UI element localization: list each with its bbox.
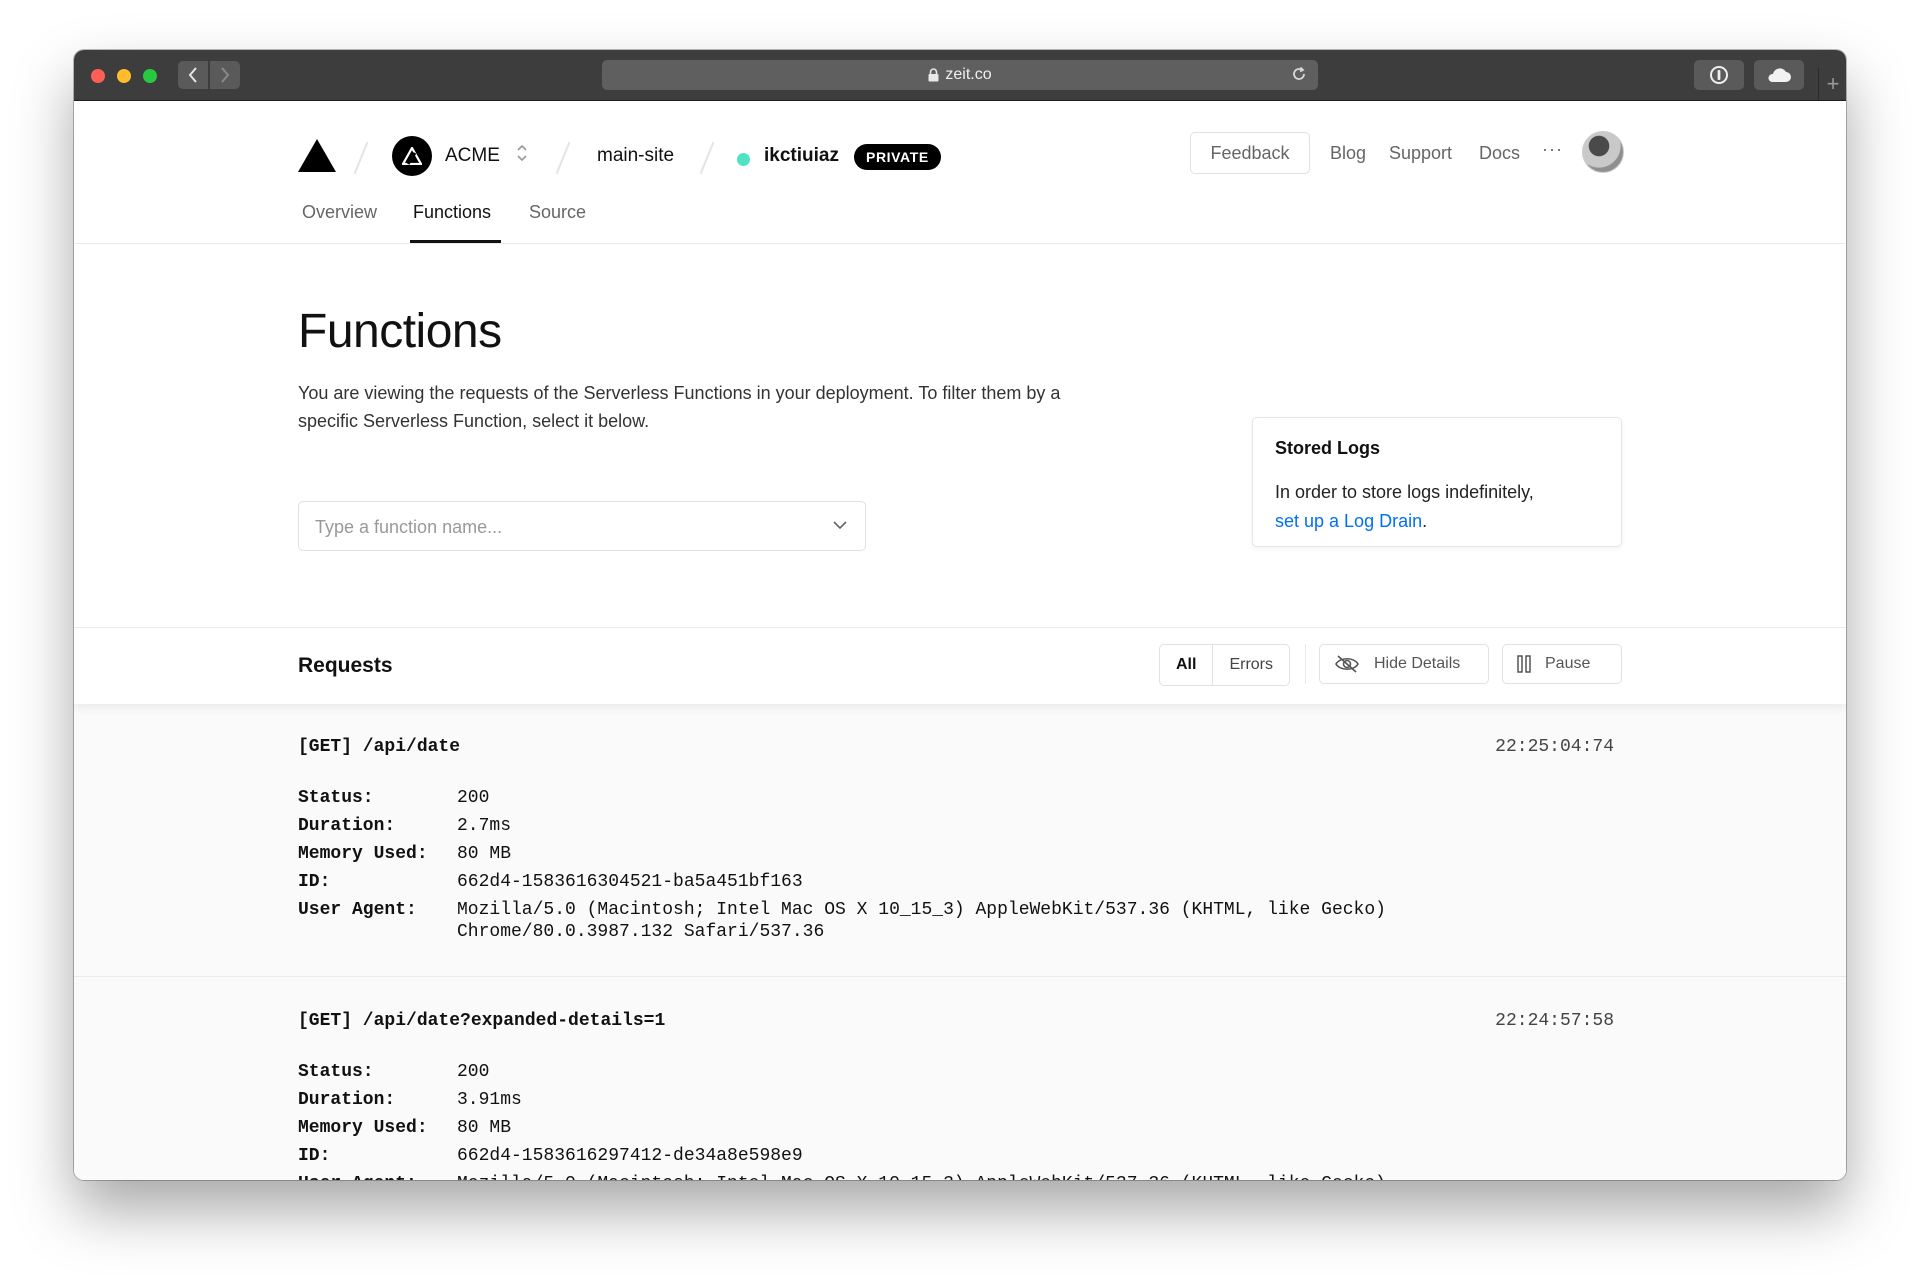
request-time: 22:25:04:74 [1495,737,1614,757]
stored-logs-description: In order to store logs indefinitely, [1275,482,1534,502]
tab-source[interactable]: Source [529,202,586,223]
function-select[interactable] [298,501,866,552]
tab-overview[interactable]: Overview [302,202,377,223]
user-agent-label: User Agent: [298,1170,457,1180]
duration-label: Duration: [298,816,396,836]
pause-label: Pause [1545,655,1591,672]
filter-errors-button[interactable]: Errors [1213,645,1289,685]
stored-logs-card: Stored Logs In order to store logs indef… [1252,417,1622,547]
team-logo-icon [402,147,422,165]
page-title: Functions [298,305,502,358]
id-value: 662d4-1583616297412-de34a8e598e9 [457,1146,803,1166]
user-agent-value: Mozilla/5.0 (Macintosh; Intel Mac OS X 1… [457,900,1386,942]
request-log-entry[interactable]: [GET] /api/date 22:25:04:74 Status: 200 D… [74,703,1846,977]
user-agent-value: Mozilla/5.0 (Macintosh; Intel Mac OS X 1… [457,1170,1417,1180]
password-manager-icon [1710,66,1728,84]
request-details: Status: 200 Duration: 3.91ms Memory Used: 8… [298,1058,1417,1180]
breadcrumb-separator [353,141,369,175]
memory-label: Memory Used: [298,1118,428,1138]
chevron-right-icon [221,67,230,83]
private-badge: PRIVATE [854,144,941,170]
docs-link[interactable]: Docs [1479,143,1520,164]
new-tab-button[interactable]: + [1818,68,1846,100]
url-text: zeit.co [945,66,992,83]
reload-icon[interactable] [1290,65,1308,83]
tab-functions[interactable]: Functions [413,202,491,223]
team-name[interactable]: ACME [445,145,500,167]
chevron-down-icon [833,521,847,530]
hide-details-label: Hide Details [1374,655,1461,672]
request-path: [GET] /api/date?expanded-details=1 [298,1011,666,1031]
request-details: Status: 200 Duration: 2.7ms Memory Used: 80… [298,784,1417,943]
support-link[interactable]: Support [1389,143,1452,164]
log-drain-link[interactable]: set up a Log Drain [1275,511,1422,531]
memory-value: 80 MB [457,844,512,864]
request-filter-toggle: All Errors [1159,644,1291,686]
page: ACME main-site ikctiuiaz PRIVATE Feedbac… [74,101,1846,1180]
minimize-window-button[interactable] [117,69,131,83]
memory-label: Memory Used: [298,844,428,864]
lock-icon [928,68,939,82]
memory-value: 80 MB [457,1118,512,1138]
zoom-window-button[interactable] [143,69,157,83]
browser-window: zeit.co + ACME main-site ikctiuiaz PRIVA… [74,50,1846,1180]
duration-value: 2.7ms [457,816,512,836]
project-name[interactable]: main-site [597,145,674,167]
eye-off-icon [1335,655,1359,673]
requests-toolbar: Requests All Errors Hide Details Pause [74,627,1846,704]
request-log-entry[interactable]: [GET] /api/date?expanded-details=1 22:24… [74,977,1846,1180]
request-log-list: [GET] /api/date 22:25:04:74 Status: 200 D… [74,703,1846,1180]
stored-logs-text: In order to store logs indefinitely, set… [1275,478,1605,536]
chevron-left-icon [188,67,197,83]
breadcrumb-separator [699,141,715,175]
plus-icon: + [1826,71,1840,96]
team-switcher-icon[interactable] [516,143,528,168]
hide-details-button[interactable]: Hide Details [1319,644,1489,684]
back-button[interactable] [178,61,208,89]
toolbar-divider [1305,644,1306,684]
status-label: Status: [298,788,374,808]
pause-button[interactable]: Pause [1502,644,1622,684]
status-value: 200 [457,788,490,808]
feedback-button[interactable]: Feedback [1190,132,1310,174]
status-value: 200 [457,1062,490,1082]
filter-all-button[interactable]: All [1160,645,1214,685]
request-path: [GET] /api/date [298,737,461,757]
duration-value: 3.91ms [457,1090,522,1110]
function-search-input[interactable] [313,502,817,552]
stored-logs-period: . [1422,511,1428,531]
user-avatar[interactable] [1582,131,1624,173]
team-avatar[interactable] [392,136,432,176]
id-label: ID: [298,872,331,892]
deployment-status-dot [737,153,750,166]
blog-link[interactable]: Blog [1330,143,1366,164]
user-agent-label: User Agent: [298,900,417,920]
forward-button[interactable] [210,61,240,89]
triangle-logo-icon [298,139,336,172]
id-value: 662d4-1583616304521-ba5a451bf163 [457,872,803,892]
active-tab-indicator [410,240,501,243]
close-window-button[interactable] [91,69,105,83]
address-bar[interactable]: zeit.co [602,60,1318,90]
icloud-button[interactable] [1754,60,1804,90]
browser-titlebar: zeit.co + [74,50,1846,101]
more-menu-button[interactable]: ··· [1542,139,1563,160]
duration-label: Duration: [298,1090,396,1110]
stored-logs-title: Stored Logs [1275,438,1381,458]
pause-icon [1517,655,1531,673]
cloud-icon [1768,68,1791,82]
zeit-logo[interactable] [298,139,336,177]
password-manager-button[interactable] [1694,60,1744,90]
id-label: ID: [298,1146,331,1166]
status-label: Status: [298,1062,374,1082]
request-time: 22:24:57:58 [1495,1011,1614,1031]
deployment-name[interactable]: ikctiuiaz [764,145,839,167]
requests-title: Requests [298,654,393,677]
top-header: ACME main-site ikctiuiaz PRIVATE Feedbac… [74,101,1846,244]
breadcrumb-separator [555,141,571,175]
page-description: You are viewing the requests of the Serv… [298,383,1061,431]
